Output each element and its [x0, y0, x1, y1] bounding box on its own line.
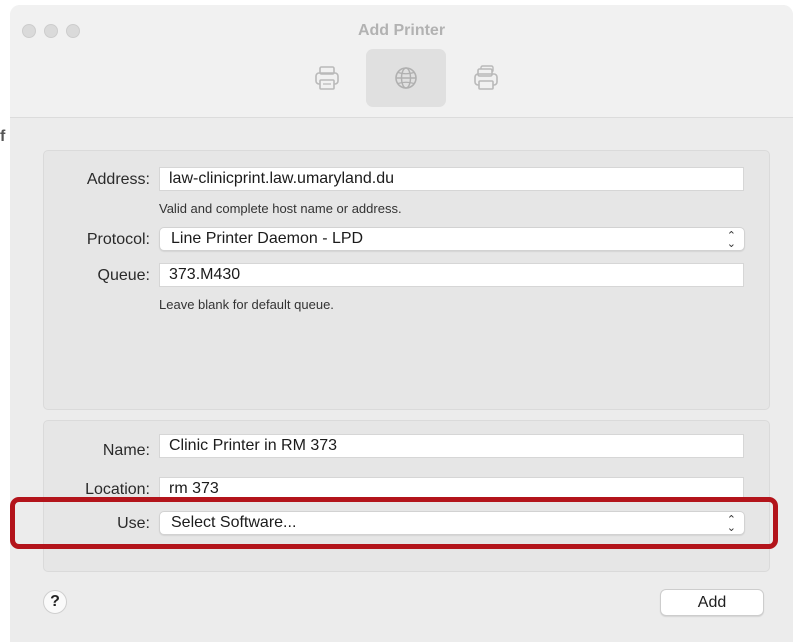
window-title: Add Printer	[357, 22, 446, 39]
printer-stack-icon	[474, 65, 498, 90]
queue-hint: Leave blank for default queue.	[159, 297, 334, 312]
address-field[interactable]: law-clinicprint.law.umaryland.du	[159, 167, 744, 191]
address-hint: Valid and complete host name or address.	[159, 201, 402, 216]
queue-field[interactable]: 373.M430	[159, 263, 744, 287]
name-field[interactable]: Clinic Printer in RM 373	[159, 434, 744, 458]
add-button[interactable]: Add	[660, 589, 764, 616]
toolbar-ip-printers[interactable]	[366, 49, 446, 107]
address-label: Address:	[86, 171, 150, 188]
toolbar-windows-printers[interactable]	[446, 49, 526, 107]
chevron-updown-icon: ⌃ ⌄	[726, 230, 736, 250]
queue-label: Queue:	[97, 267, 150, 284]
name-label: Name:	[102, 442, 150, 459]
background-window-edge: f	[0, 0, 10, 642]
background-text-fragment: f	[0, 128, 6, 145]
protocol-label: Protocol:	[86, 231, 150, 248]
red-highlight-annotation	[10, 497, 778, 549]
globe-icon	[395, 67, 417, 89]
protocol-popup[interactable]: Line Printer Daemon - LPD ⌃ ⌄	[159, 227, 745, 251]
printer-icon	[315, 66, 339, 90]
title-bar: Add Printer	[10, 5, 793, 118]
protocol-value: Line Printer Daemon - LPD	[171, 230, 364, 247]
toolbar-default-printers[interactable]	[287, 49, 367, 107]
help-button[interactable]: ?	[43, 590, 67, 614]
